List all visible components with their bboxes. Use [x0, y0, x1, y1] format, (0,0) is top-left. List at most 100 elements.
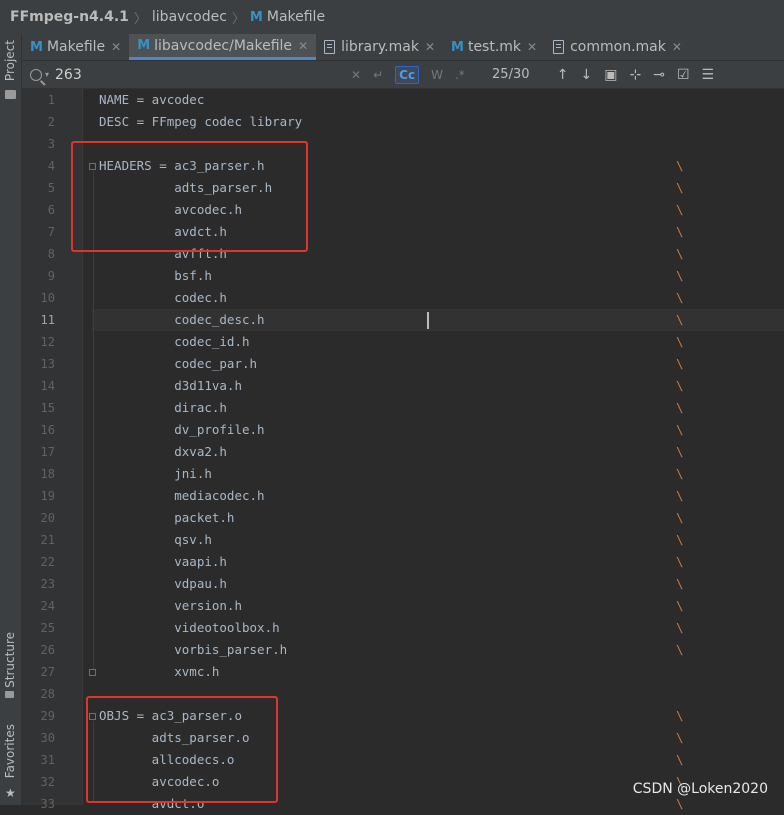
line-number: 12	[40, 335, 55, 349]
project-tool-tab[interactable]: Project	[3, 40, 17, 81]
code-line[interactable]: 2 DESC = FFmpeg codec library	[0, 111, 784, 133]
code-text: codec_par.h	[99, 356, 258, 371]
line-continuation: \	[676, 510, 684, 525]
close-icon[interactable]: ✕	[425, 40, 435, 54]
line-number: 22	[40, 555, 55, 569]
clear-search-icon[interactable]: ✕	[351, 68, 361, 82]
tab-test-mk[interactable]: M test.mk ✕	[443, 34, 545, 60]
line-number: 5	[47, 181, 55, 195]
line-continuation: \	[676, 312, 684, 327]
add-occurrence-icon[interactable]: ⊹	[629, 67, 641, 83]
line-number: 23	[40, 577, 55, 591]
code-text: d3d11va.h	[99, 378, 242, 393]
code-line[interactable]: 19 mediacodec.h \	[0, 485, 784, 507]
line-number: 16	[40, 423, 55, 437]
match-case-toggle[interactable]: Cc	[395, 65, 420, 84]
code-line[interactable]: 13 codec_par.h \	[0, 353, 784, 375]
code-text: NAME = avcodec	[99, 92, 205, 107]
code-line[interactable]: 11 codec_desc.h \	[0, 309, 784, 331]
code-text: vaapi.h	[99, 554, 227, 569]
line-continuation: \	[676, 532, 684, 547]
code-text: codec_desc.h	[99, 312, 265, 327]
chevron-down-icon[interactable]: ▾	[45, 70, 49, 79]
regex-toggle[interactable]: .*	[455, 68, 465, 82]
select-all-matches-icon[interactable]: ☑	[677, 67, 690, 83]
line-continuation: \	[676, 598, 684, 613]
line-continuation: \	[676, 642, 684, 657]
close-icon[interactable]: ✕	[527, 40, 537, 54]
code-text: bsf.h	[99, 268, 212, 283]
line-number: 27	[40, 665, 55, 679]
code-text: mediacodec.h	[99, 488, 265, 503]
code-text: dv_profile.h	[99, 422, 265, 437]
code-text: codec_id.h	[99, 334, 250, 349]
search-icon[interactable]	[30, 68, 42, 81]
code-line[interactable]: 23 vdpau.h \	[0, 573, 784, 595]
code-line[interactable]: 9 bsf.h \	[0, 265, 784, 287]
line-number: 11	[40, 313, 55, 327]
tab-makefile[interactable]: M Makefile ✕	[22, 34, 129, 60]
code-line[interactable]: 20 packet.h \	[0, 507, 784, 529]
code-line[interactable]: 24 version.h \	[0, 595, 784, 617]
code-line[interactable]: 16 dv_profile.h \	[0, 419, 784, 441]
line-continuation: \	[676, 466, 684, 481]
tab-common-mak[interactable]: common.mak ✕	[545, 34, 690, 60]
makefile-icon: M	[249, 9, 263, 25]
code-line[interactable]: 21 qsv.h \	[0, 529, 784, 551]
new-line-icon[interactable]: ↵	[373, 68, 383, 82]
breadcrumb-file[interactable]: Makefile	[267, 9, 325, 25]
makefile-icon: M	[451, 39, 464, 55]
tab-libavcodec-makefile[interactable]: M libavcodec/Makefile ✕	[129, 34, 317, 60]
breadcrumb-folder[interactable]: libavcodec	[152, 9, 227, 25]
code-line[interactable]: 27 xvmc.h	[0, 661, 784, 683]
line-number: 20	[40, 511, 55, 525]
filter-icon[interactable]: ☰	[702, 67, 715, 83]
fold-marker-icon[interactable]	[89, 669, 96, 676]
select-all-occurrences-icon[interactable]: ▣	[604, 67, 617, 83]
tab-label: test.mk	[467, 39, 522, 55]
arrow-up-icon[interactable]: ↑	[557, 67, 569, 83]
line-number: 24	[40, 599, 55, 613]
objs-highlight-box	[86, 696, 278, 803]
line-continuation: \	[676, 422, 684, 437]
line-continuation: \	[676, 752, 684, 767]
whole-words-toggle[interactable]: W	[431, 68, 443, 82]
watermark: CSDN @Loken2020	[632, 781, 768, 797]
remove-occurrence-icon[interactable]: ⊸	[653, 67, 665, 83]
line-number: 21	[40, 533, 55, 547]
code-line[interactable]: 12 codec_id.h \	[0, 331, 784, 353]
code-line[interactable]: 14 d3d11va.h \	[0, 375, 784, 397]
tab-label: common.mak	[570, 39, 666, 55]
line-number: 31	[40, 753, 55, 767]
code-text: videotoolbox.h	[99, 620, 280, 635]
line-continuation: \	[676, 158, 684, 173]
code-line[interactable]: 17 dxva2.h \	[0, 441, 784, 463]
line-continuation: \	[676, 290, 684, 305]
code-line[interactable]: 15 dirac.h \	[0, 397, 784, 419]
code-line[interactable]: 22 vaapi.h \	[0, 551, 784, 573]
code-line[interactable]: 26 vorbis_parser.h \	[0, 639, 784, 661]
code-line[interactable]: 1 NAME = avcodec	[0, 89, 784, 111]
line-number: 13	[40, 357, 55, 371]
arrow-down-icon[interactable]: ↓	[581, 67, 593, 83]
close-icon[interactable]: ✕	[672, 40, 682, 54]
tab-library-mak[interactable]: library.mak ✕	[316, 34, 443, 60]
line-number: 6	[47, 203, 55, 217]
code-text: dirac.h	[99, 400, 227, 415]
line-continuation: \	[676, 554, 684, 569]
code-line[interactable]: 18 jni.h \	[0, 463, 784, 485]
search-input[interactable]: 263	[55, 67, 345, 83]
tab-label: Makefile	[46, 39, 106, 55]
breadcrumb-project[interactable]: FFmpeg-n4.4.1	[10, 9, 129, 25]
close-icon[interactable]: ✕	[298, 39, 308, 53]
makefile-icon: M	[137, 38, 151, 53]
code-line[interactable]: 10 codec.h \	[0, 287, 784, 309]
code-text: dxva2.h	[99, 444, 227, 459]
code-text: qsv.h	[99, 532, 212, 547]
code-line[interactable]: 25 videotoolbox.h \	[0, 617, 784, 639]
code-text: jni.h	[99, 466, 212, 481]
text-caret	[427, 312, 429, 329]
line-continuation: \	[676, 378, 684, 393]
close-icon[interactable]: ✕	[111, 40, 121, 54]
line-number: 14	[40, 379, 55, 393]
